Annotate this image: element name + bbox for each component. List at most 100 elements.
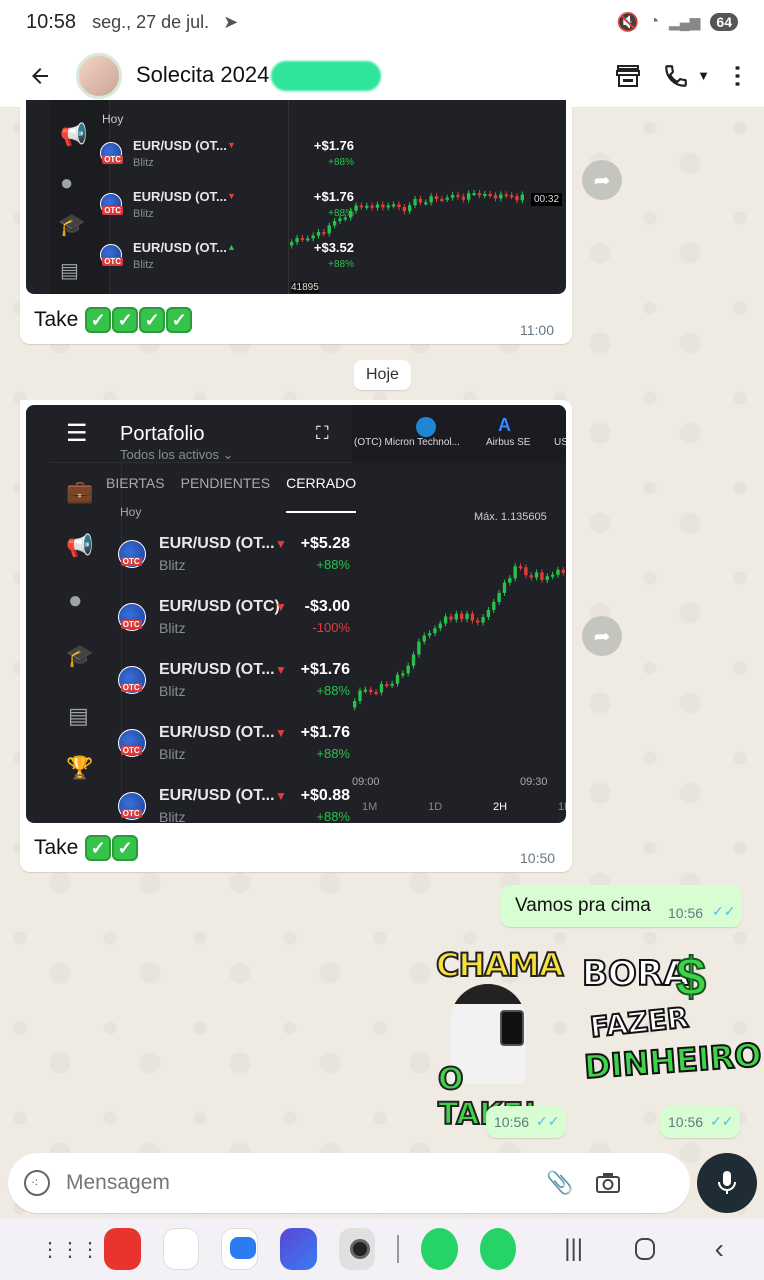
chat-icon: ▤ [68,703,89,728]
trade-type: Blitz [133,259,154,271]
whatsapp-business-icon[interactable] [421,1228,458,1270]
tab-pending[interactable]: PENDIENTES [181,475,270,513]
outgoing-time: 10:56 [668,905,704,921]
recents-icon[interactable]: ||| [564,1235,583,1263]
camera-app-icon[interactable] [338,1228,376,1270]
trade-type: Blitz [159,746,186,762]
sticker1-time-badge: 10:56 ✓✓ [486,1106,566,1138]
trade-payout: +88% [316,557,350,572]
message-caption-1: Take ✓ ✓ ✓ ✓ [34,307,193,333]
message-composer[interactable]: ⁖ 📎 [8,1153,690,1213]
emoji-sticker-icon[interactable]: ⁖ [24,1170,50,1196]
forward-icon: ➦ [593,625,611,648]
trade-screenshot-1[interactable]: 📢 ● 🎓 ▤ Hoy OTC EUR/USD (OT... Blitz ▼ +$1.7… [26,100,566,294]
timeframe-selector: 1M 1D 2H 1H [362,801,566,813]
megaphone-icon: 📢 [60,122,88,147]
home-icon[interactable] [634,1238,655,1260]
camera-icon[interactable] [595,1171,621,1195]
trade-type: Blitz [159,557,186,573]
chat-header: Solecita 2024 ▼ ⋯ [0,44,764,108]
forward-button-2[interactable]: ➦ [582,616,622,656]
forward-button-1[interactable]: ➦ [582,160,622,200]
section-label: Hoy [120,505,142,519]
trade-pair: EUR/USD (OT... [133,189,227,204]
fullscreen-icon: ⛶ [316,423,329,443]
timeframe-1d[interactable]: 1D [428,801,442,813]
back-button[interactable] [0,44,80,108]
trade-type: Blitz [159,683,186,699]
store-icon[interactable] [615,64,641,88]
voice-record-button[interactable] [697,1153,757,1213]
message-caption-2: Take ✓ ✓ [34,835,139,861]
more-options-icon[interactable]: ⋯ [724,64,751,88]
app-drawer-icon[interactable]: ⋮⋮⋮ [40,1237,100,1262]
messages-app-icon[interactable] [221,1228,259,1270]
chart-price-label: 41895 [291,282,319,293]
check-emoji: ✓ [112,307,139,333]
trade-payout: +88% [316,809,350,823]
trade-payout: +88% [316,746,350,761]
message-time-1: 11:00 [520,322,554,338]
direction-arrow-icon: ▼ [275,537,287,551]
read-receipt-icon: ✓✓ [712,903,736,919]
tab-closed[interactable]: CERRADO [286,475,357,513]
contact-name[interactable]: Solecita 2024 [136,60,382,91]
direction-arrow-icon: ▼ [227,191,236,201]
direction-arrow-icon: ▼ [275,600,287,614]
otc-badge: OTC [120,682,142,692]
read-receipt-icon: ✓✓ [710,1113,734,1129]
trade-type: Blitz [159,809,186,823]
trade-type: Blitz [133,208,154,220]
chevron-down-icon[interactable]: ▼ [697,68,710,83]
direction-arrow-icon: ▲ [227,242,236,252]
notes-app-icon[interactable] [104,1228,141,1270]
browser-app-icon[interactable] [280,1228,317,1270]
asset-bar [352,405,566,463]
arrow-left-icon [32,67,48,84]
direction-arrow-icon: ▼ [275,726,287,740]
timeframe-2h[interactable]: 2H [493,801,507,813]
check-emoji: ✓ [85,307,112,333]
telegram-icon: ➤ [223,11,239,32]
dollar-icon: $ [675,946,707,1008]
sticker-chama-o-take[interactable]: CHAMA O TAKE! [428,940,565,1133]
whatsapp-icon[interactable] [479,1228,517,1270]
trade-pair: EUR/USD (OT... [159,724,275,741]
check-emoji: ✓ [139,307,166,333]
otc-badge: OTC [102,257,124,267]
back-nav-icon[interactable]: ‹ [715,1233,724,1265]
hamburger-icon: ☰ [66,420,88,447]
message-input[interactable] [66,1171,536,1195]
mute-icon: 🔇 [616,11,640,32]
trade-payout: +88% [316,683,350,698]
trade-screenshot-2[interactable]: ☰ Portafolio Todos los activos ⌄ ⛶ (OTC)… [26,405,566,823]
check-emoji: ✓ [85,835,112,861]
otc-badge: OTC [120,619,142,629]
trade-payout: -100% [312,620,350,635]
status-date: seg., 27 de jul. [92,11,210,32]
portfolio-subtitle: Todos los activos ⌄ [120,447,234,462]
briefcase-icon: 💼 [66,479,94,504]
redaction-blur [271,60,382,91]
sticker-line1: BORA [581,953,690,995]
game-launcher-icon[interactable] [162,1228,200,1270]
timeframe-1h[interactable]: 1H [558,801,566,813]
trade-type: Blitz [133,157,154,169]
outgoing-message[interactable]: Vamos pra cima 10:56 ✓✓ [500,885,742,927]
otc-badge: OTC [120,745,142,755]
phone-icon[interactable] [663,63,689,89]
max-price-label: Máx. 1.135605 [474,511,547,523]
direction-arrow-icon: ▼ [275,789,287,803]
sticker-bora-fazer-dinheiro[interactable]: BORA $ FAZER DINHEIRO [580,946,764,1102]
outgoing-text: Vamos pra cima [515,895,651,916]
trade-type: Blitz [159,620,186,636]
trade-amount: +$1.76 [300,724,350,741]
attach-icon[interactable]: 📎 [546,1170,573,1196]
timeframe-1m[interactable]: 1M [362,801,377,813]
android-nav-bar: ⋮⋮⋮ ||| ‹ [0,1218,764,1280]
candles-1 [290,190,524,249]
graduation-icon: 🎓 [66,643,94,668]
section-label: Hoy [102,112,124,126]
trade-amount: +$0.88 [300,787,350,804]
avatar[interactable] [76,52,122,99]
